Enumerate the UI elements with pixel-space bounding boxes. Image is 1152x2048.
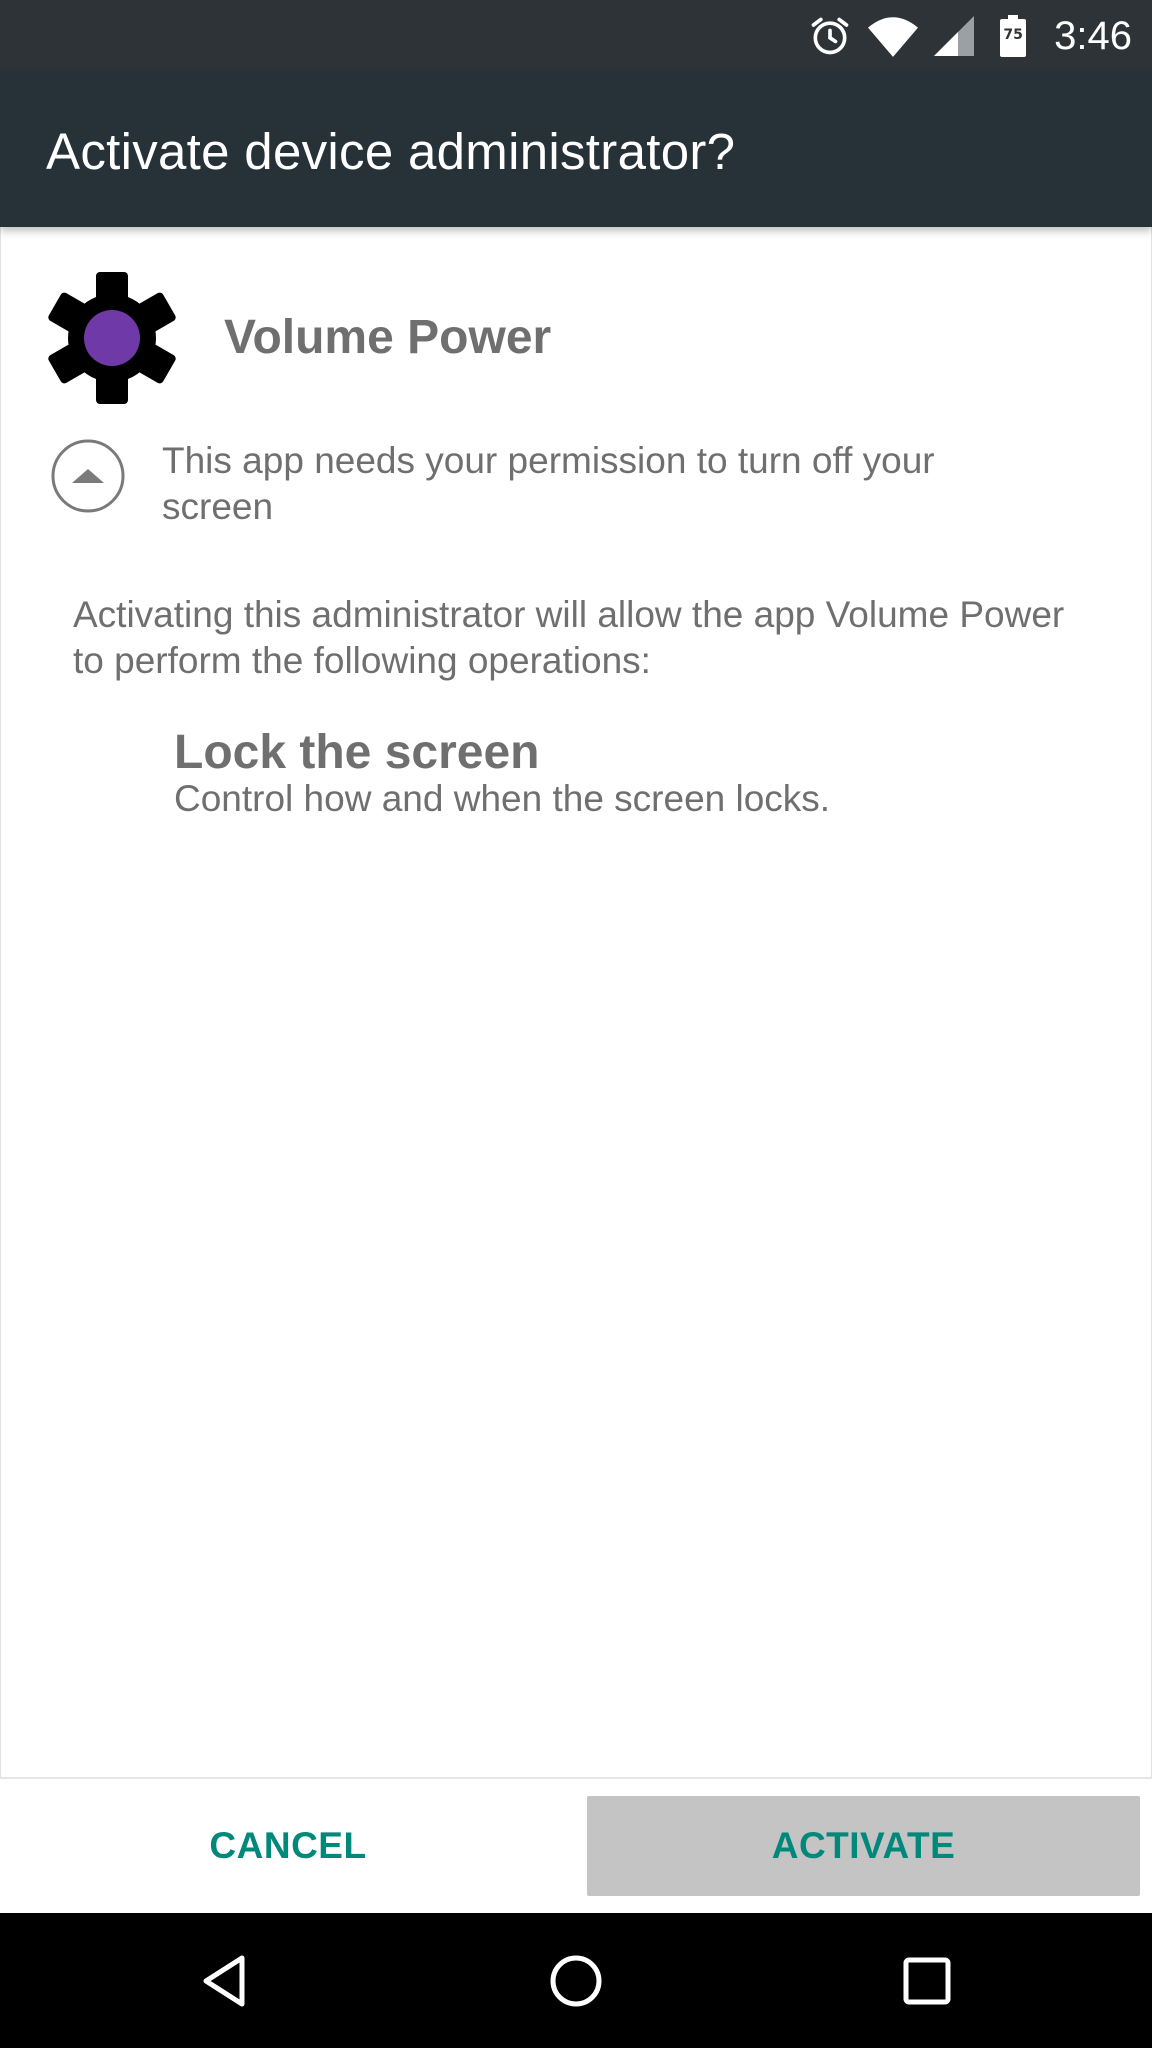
activate-button[interactable]: ACTIVATE xyxy=(587,1796,1140,1896)
app-name: Volume Power xyxy=(224,311,552,364)
signal-icon xyxy=(934,16,975,56)
status-clock: 3:46 xyxy=(1054,13,1132,58)
status-icons: 75 3:46 xyxy=(808,0,1132,72)
back-icon[interactable] xyxy=(192,1948,258,2014)
navigation-bar xyxy=(0,1913,1152,2048)
wifi-icon xyxy=(868,17,919,57)
battery-icon: 75 xyxy=(1000,15,1027,57)
home-icon[interactable] xyxy=(543,1948,609,2014)
permission-text: This app needs your permission to turn o… xyxy=(162,440,935,527)
status-bar: 75 3:46 xyxy=(0,0,1152,72)
policy-description: Control how and when the screen locks. xyxy=(174,778,831,819)
admin-description: Activating this administrator will allow… xyxy=(73,594,1065,681)
button-divider xyxy=(0,1777,1152,1779)
page-title: Activate device administrator? xyxy=(46,123,736,180)
battery-level: 75 xyxy=(1003,27,1023,43)
expand-collapse-icon[interactable] xyxy=(50,438,126,514)
policy-title: Lock the screen xyxy=(174,726,540,779)
cancel-button[interactable]: CANCEL xyxy=(0,1796,576,1896)
recents-icon[interactable] xyxy=(894,1948,960,2014)
gear-icon xyxy=(48,272,176,404)
app-bar: Activate device administrator? xyxy=(0,72,1152,227)
alarm-icon xyxy=(811,17,849,55)
